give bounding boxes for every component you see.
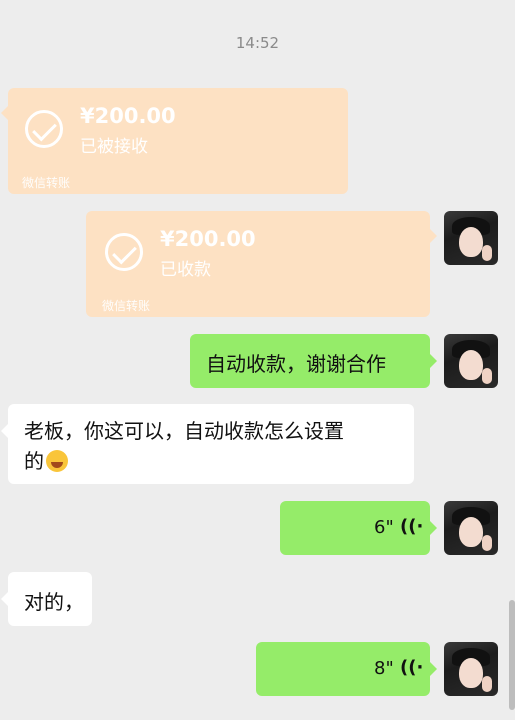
bubble-tail: [430, 662, 437, 676]
voice-wave-icon: ((·: [400, 516, 424, 537]
message-text-line: 的: [24, 449, 44, 473]
avatar[interactable]: [444, 642, 498, 696]
check-circle-icon: [25, 110, 63, 148]
message-text: 自动收款，谢谢合作: [206, 352, 386, 376]
message-timestamp: 14:52: [235, 34, 280, 52]
message-bubble-incoming[interactable]: 老板，你这可以，自动收款怎么设置 的: [1, 404, 414, 484]
check-circle-icon: [105, 233, 143, 271]
transfer-amount: ¥200.00: [160, 227, 256, 251]
laughing-tears-emoji-icon: [46, 450, 68, 472]
transfer-card-received[interactable]: ¥200.00 已被接收 微信转账: [1, 88, 348, 194]
voice-message-bubble[interactable]: 8" ((·: [256, 642, 437, 696]
bubble-tail: [1, 106, 8, 120]
avatar[interactable]: [444, 211, 498, 265]
bubble-tail: [430, 521, 437, 535]
bubble-tail: [430, 354, 437, 368]
avatar[interactable]: [444, 501, 498, 555]
voice-duration: 8": [374, 658, 394, 679]
transfer-amount: ¥200.00: [80, 104, 176, 128]
voice-duration: 6": [374, 517, 394, 538]
bubble-tail: [1, 592, 8, 606]
avatar[interactable]: [444, 334, 498, 388]
message-bubble-outgoing[interactable]: 自动收款，谢谢合作: [190, 334, 437, 388]
bubble-tail: [1, 424, 8, 438]
bubble-tail: [430, 229, 437, 243]
transfer-footer: 微信转账: [22, 176, 71, 190]
voice-wave-icon: ((·: [400, 657, 424, 678]
message-text-line: 老板，你这可以，自动收款怎么设置: [24, 419, 344, 443]
transfer-status: 已被接收: [80, 137, 148, 157]
message-bubble-incoming[interactable]: 对的，: [1, 572, 92, 626]
transfer-card-collected[interactable]: ¥200.00 已收款 微信转账: [86, 211, 437, 317]
transfer-status: 已收款: [160, 260, 211, 280]
scrollbar[interactable]: [509, 600, 515, 710]
transfer-footer: 微信转账: [102, 299, 151, 313]
message-text: 对的，: [24, 590, 84, 614]
voice-message-bubble[interactable]: 6" ((·: [280, 501, 437, 555]
